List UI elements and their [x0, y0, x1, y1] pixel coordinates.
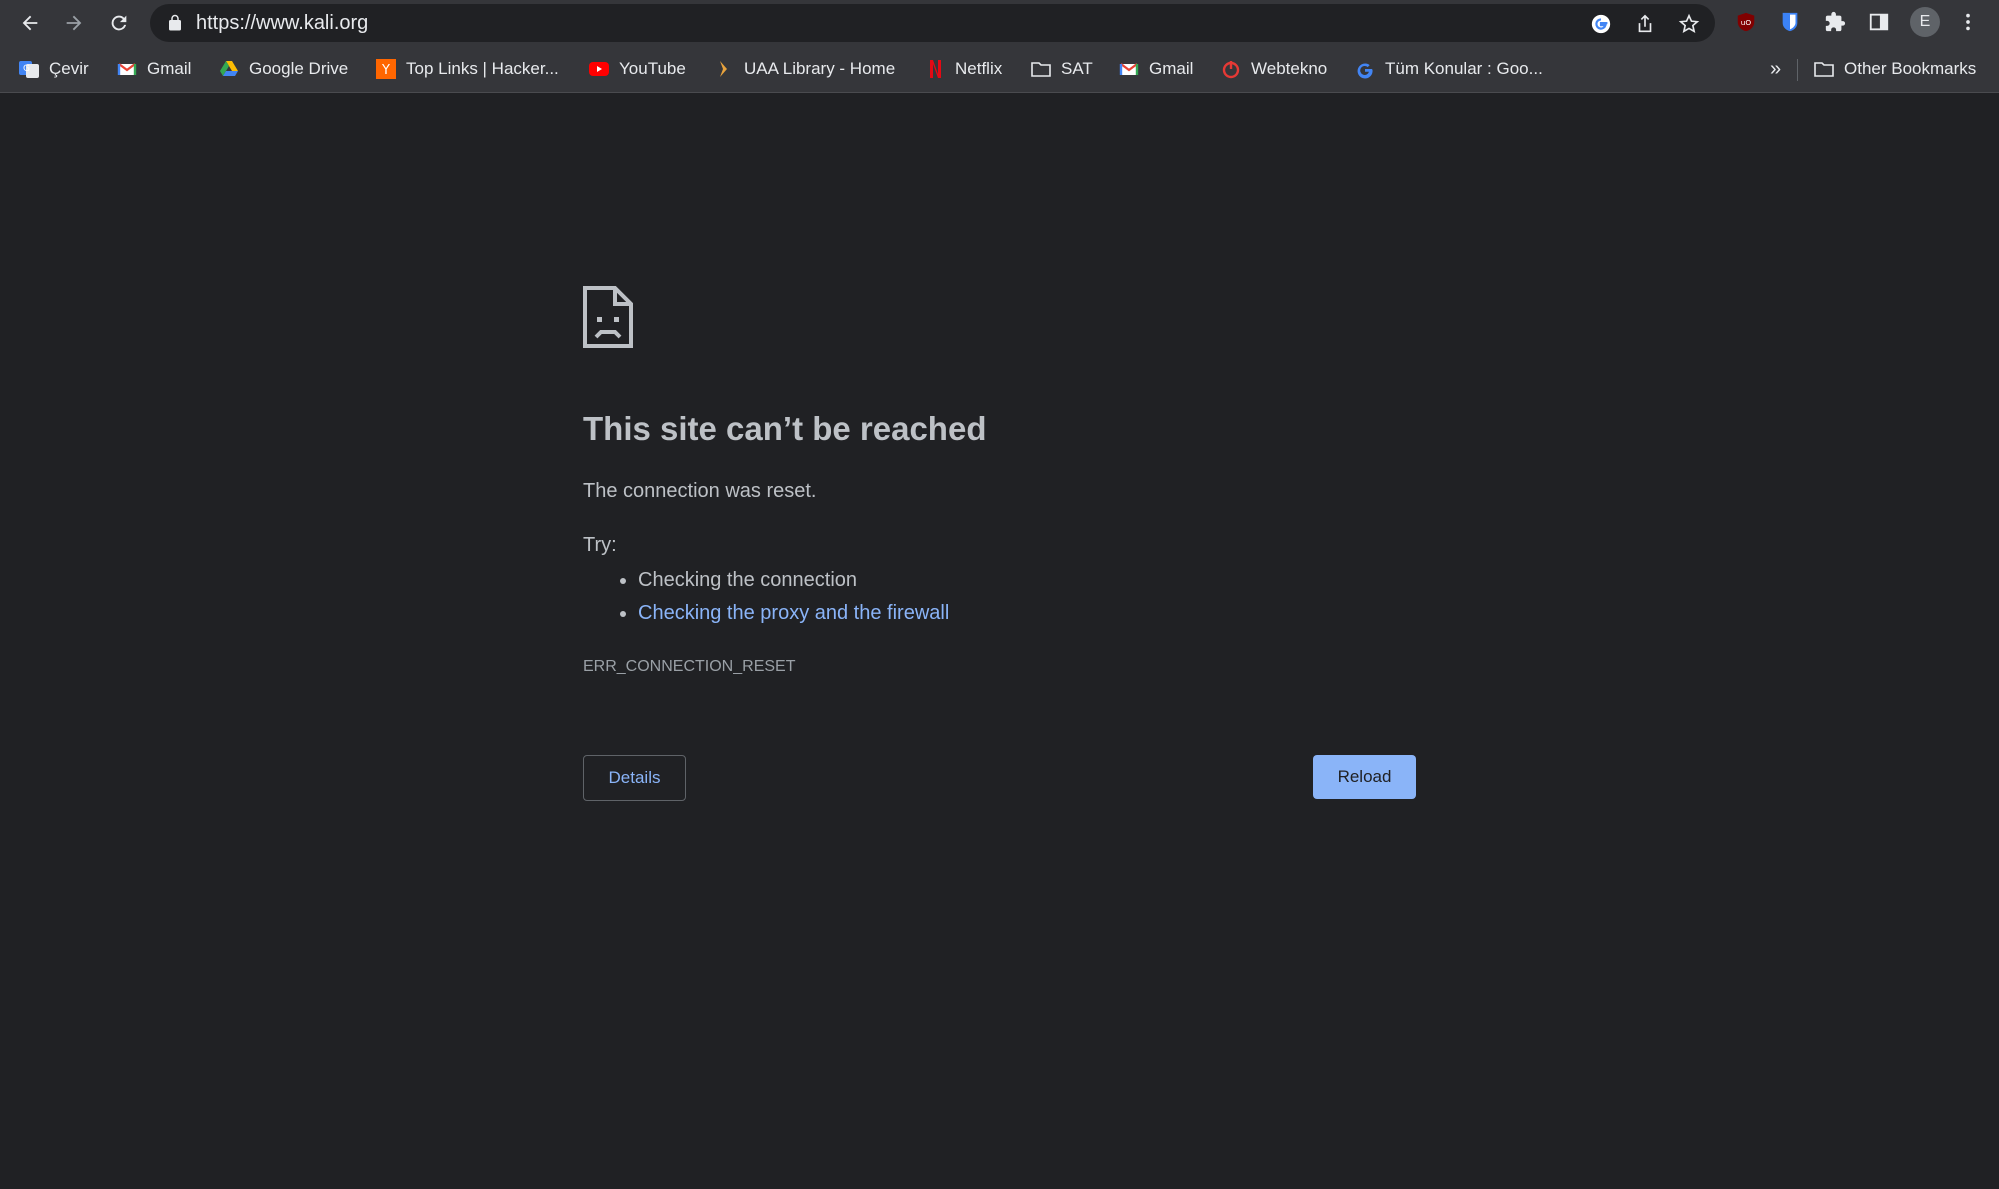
bookmark-label: Gmail: [1149, 59, 1194, 78]
bookmark-label: Çevir: [49, 59, 89, 78]
extensions-puzzle-icon[interactable]: [1822, 9, 1848, 35]
netflix-icon: [925, 59, 945, 79]
uaa-icon: [714, 59, 734, 79]
suggestion-item: Checking the proxy and the firewall: [619, 601, 949, 634]
back-button[interactable]: [13, 6, 47, 40]
bookmark-label: Tüm Konular : Goo...: [1385, 59, 1543, 78]
google-translate-icon: G: [19, 59, 39, 79]
svg-text:Y: Y: [381, 63, 390, 78]
star-bookmark-icon[interactable]: [1678, 13, 1700, 35]
lock-icon: [169, 14, 181, 31]
reload-button[interactable]: Reload: [1313, 755, 1416, 799]
suggestion-text: Checking the connection: [638, 569, 858, 591]
bookmark-label: Top Links | Hacker...: [406, 59, 559, 78]
error-title: This site can’t be reached: [583, 410, 987, 447]
share-icon[interactable]: [1634, 13, 1656, 35]
google-lens-icon[interactable]: [1590, 13, 1612, 35]
hacker-news-icon: Y: [376, 59, 396, 79]
bookmarks-bar: G Çevir Gmail Google Drive Y Top Links |…: [0, 46, 1999, 93]
bookmark-webtekno[interactable]: Webtekno: [1221, 46, 1327, 92]
sad-page-icon: [583, 286, 633, 348]
bookmark-hacker-news[interactable]: Y Top Links | Hacker...: [376, 46, 559, 92]
other-bookmarks[interactable]: Other Bookmarks: [1814, 46, 1976, 92]
forward-button[interactable]: [57, 6, 91, 40]
google-icon: [1355, 59, 1375, 79]
details-button[interactable]: Details: [583, 755, 686, 801]
bookmark-label: Webtekno: [1251, 59, 1328, 78]
bookmark-cevir[interactable]: G Çevir: [19, 46, 89, 92]
bookmark-label: Gmail: [147, 59, 192, 78]
refresh-icon: [111, 15, 127, 31]
bookmark-netflix[interactable]: Netflix: [925, 46, 1002, 92]
bookmark-gmail-2[interactable]: Gmail: [1119, 46, 1193, 92]
side-panel-icon[interactable]: [1866, 9, 1892, 35]
suggestions-list: Checking the connection Checking the pro…: [619, 568, 949, 634]
webtekno-icon: [1221, 59, 1241, 79]
svg-text:G: G: [23, 64, 30, 74]
arrow-left-icon: [22, 15, 38, 31]
folder-icon: [1814, 59, 1834, 79]
bookmarks-overflow-chevron[interactable]: »: [1770, 46, 1781, 92]
bookmark-youtube[interactable]: YouTube: [589, 46, 686, 92]
address-bar[interactable]: https://www.kali.org: [150, 4, 1715, 42]
bookmark-google-drive[interactable]: Google Drive: [219, 46, 348, 92]
bookmark-label: UAA Library - Home: [744, 59, 896, 78]
try-label: Try:: [583, 534, 617, 556]
error-description: The connection was reset.: [583, 480, 817, 502]
browser-toolbar: https://www.kali.org uO E: [0, 0, 1999, 46]
menu-kebab-icon[interactable]: [1955, 9, 1981, 35]
svg-text:uO: uO: [1741, 18, 1752, 27]
bookmark-label: Netflix: [955, 59, 1003, 78]
url-text[interactable]: https://www.kali.org: [196, 4, 368, 42]
bookmarks-divider: [1797, 59, 1798, 81]
bookmark-uaa-library[interactable]: UAA Library - Home: [714, 46, 895, 92]
proxy-firewall-link[interactable]: Checking the proxy and the firewall: [638, 602, 949, 624]
arrow-right-icon: [66, 15, 82, 31]
bookmark-label: Google Drive: [249, 59, 349, 78]
suggestion-item: Checking the connection: [619, 568, 949, 601]
bookmark-folder-sat[interactable]: SAT: [1031, 46, 1093, 92]
other-bookmarks-label: Other Bookmarks: [1844, 59, 1977, 78]
folder-icon: [1031, 59, 1051, 79]
bitwarden-extension-icon[interactable]: [1777, 9, 1803, 35]
bookmark-tum-konular[interactable]: Tüm Konular : Goo...: [1355, 46, 1543, 92]
gmail-icon: [117, 59, 137, 79]
bookmark-label: SAT: [1061, 59, 1093, 78]
reload-page-button[interactable]: [102, 6, 136, 40]
ublock-extension-icon[interactable]: uO: [1733, 9, 1759, 35]
gmail-icon: [1119, 59, 1139, 79]
youtube-icon: [589, 59, 609, 79]
error-code: ERR_CONNECTION_RESET: [583, 658, 796, 675]
profile-initial: E: [1919, 13, 1931, 30]
profile-avatar[interactable]: E: [1910, 7, 1940, 37]
bookmark-gmail[interactable]: Gmail: [117, 46, 191, 92]
bookmark-label: YouTube: [619, 59, 686, 78]
google-drive-icon: [219, 59, 239, 79]
